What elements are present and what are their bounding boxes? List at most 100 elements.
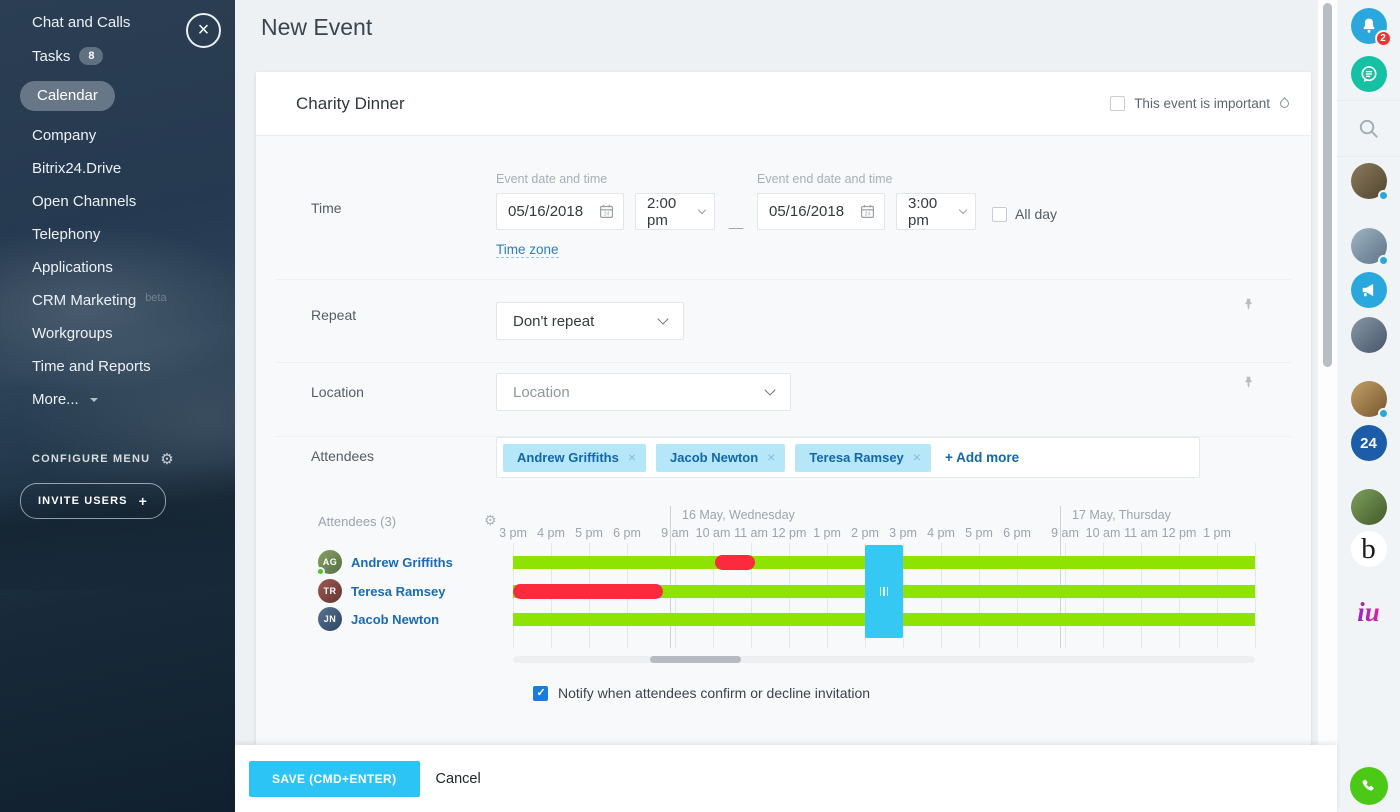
end-date-input[interactable]: 05/16/2018 24 xyxy=(757,193,885,230)
repeat-select[interactable]: Don't repeat xyxy=(496,302,684,340)
attendees-input[interactable]: Andrew Griffiths×Jacob Newton×Teresa Ram… xyxy=(496,437,1200,478)
event-time-selection[interactable] xyxy=(865,545,903,638)
remove-attendee-icon[interactable]: × xyxy=(913,450,921,464)
time-row-label: Time xyxy=(311,136,496,279)
announcements-button[interactable] xyxy=(1351,272,1387,308)
time-zone-link[interactable]: Time zone xyxy=(496,242,559,258)
hour-label: 5 pm xyxy=(575,526,603,540)
start-date-input[interactable]: 05/16/2018 24 xyxy=(496,193,624,230)
scheduler-chart xyxy=(513,543,1255,648)
sidebar-close-button[interactable]: × xyxy=(186,13,221,48)
online-status-dot xyxy=(316,567,325,576)
configure-menu-label: CONFIGURE MENU xyxy=(32,453,150,465)
sidebar-item-label: Applications xyxy=(32,259,113,276)
remove-attendee-icon[interactable]: × xyxy=(767,450,775,464)
end-time-input[interactable]: 3:00 pm xyxy=(896,193,976,230)
sidebar-menu: Chat and CallsTasks8CalendarCompanyBitri… xyxy=(0,0,235,416)
start-time-input[interactable]: 2:00 pm xyxy=(635,193,715,230)
save-button[interactable]: SAVE (CMD+ENTER) xyxy=(249,761,420,797)
day-separator-line xyxy=(1060,506,1061,648)
rail-divider xyxy=(1337,100,1400,101)
location-select[interactable]: Location xyxy=(496,373,791,411)
hour-label: 10 am xyxy=(696,526,731,540)
remove-attendee-icon[interactable]: × xyxy=(628,450,636,464)
phone-icon xyxy=(1359,777,1378,796)
pin-icon[interactable] xyxy=(1242,298,1255,316)
sidebar-item-company[interactable]: Company xyxy=(0,119,235,152)
sidebar-item-time-and-reports[interactable]: Time and Reports xyxy=(0,350,235,383)
main-content: New Event Charity Dinner This event is i… xyxy=(235,0,1318,812)
svg-text:24: 24 xyxy=(865,212,871,218)
notify-checkbox[interactable] xyxy=(533,686,548,701)
recent-chat-3-avatar[interactable] xyxy=(1351,317,1387,353)
add-more-button[interactable]: + Add more xyxy=(945,450,1019,465)
attendee-chip: Andrew Griffiths× xyxy=(503,444,646,472)
online-status-dot xyxy=(1378,190,1389,201)
cancel-button[interactable]: Cancel xyxy=(436,771,481,787)
attendee-name: Andrew Griffiths xyxy=(351,555,453,570)
event-name-input[interactable]: Charity Dinner xyxy=(296,94,405,114)
recent-chat-5-avatar[interactable] xyxy=(1351,489,1387,525)
date-range-separator: — xyxy=(729,219,743,235)
online-status-dot xyxy=(1378,408,1389,419)
all-day-toggle[interactable]: All day xyxy=(992,206,1057,222)
hour-label: 2 pm xyxy=(851,526,879,540)
hour-label: 10 am xyxy=(1086,526,1121,540)
phone-button[interactable] xyxy=(1350,767,1388,805)
selection-drag-handle[interactable] xyxy=(880,587,889,596)
sidebar-item-label: Company xyxy=(32,127,96,144)
magnifier-icon xyxy=(1356,116,1381,141)
sidebar-item-calendar[interactable]: Calendar xyxy=(0,73,235,119)
attendee-chip: Jacob Newton × xyxy=(656,444,785,472)
location-row: Location Location xyxy=(276,362,1291,436)
recent-chat-1-avatar[interactable] xyxy=(1351,163,1387,199)
bitrix24-logo-label: 24 xyxy=(1360,435,1377,452)
bitrix24-logo[interactable]: 24 xyxy=(1351,425,1387,461)
scheduler-hscrollbar[interactable] xyxy=(513,656,1255,663)
attendee-name: Teresa Ramsey xyxy=(351,584,445,599)
sidebar-item-telephony[interactable]: Telephony xyxy=(0,218,235,251)
location-row-label: Location xyxy=(311,363,496,436)
important-checkbox[interactable] xyxy=(1110,96,1125,111)
attendees-row: Attendees Andrew Griffiths× Jacob Newton ×… xyxy=(276,436,1291,478)
sidebar-item-bitrix24-drive[interactable]: Bitrix24.Drive xyxy=(0,152,235,185)
calendar-icon: 24 xyxy=(860,204,875,219)
hour-label: 6 pm xyxy=(613,526,641,540)
sidebar-item-applications[interactable]: Applications xyxy=(0,251,235,284)
busy-time-bar xyxy=(715,555,755,570)
sidebar-item-label: Time and Reports xyxy=(32,358,151,375)
sidebar-item-more[interactable]: More... xyxy=(0,383,235,416)
iu-logo[interactable]: iu xyxy=(1357,599,1380,626)
letter-b-logo[interactable]: b xyxy=(1351,531,1387,567)
sidebar-item-open-channels[interactable]: Open Channels xyxy=(0,185,235,218)
configure-menu-button[interactable]: CONFIGURE MENU ⚙ xyxy=(32,450,175,468)
bitrix24-app: × Chat and CallsTasks8CalendarCompanyBit… xyxy=(0,0,1400,812)
flame-icon xyxy=(1278,97,1291,110)
vertical-scrollbar[interactable] xyxy=(1318,0,1337,812)
chevron-down-icon xyxy=(959,205,967,213)
attendee-chip-name: Jacob Newton xyxy=(670,450,758,465)
messenger-button[interactable] xyxy=(1351,56,1387,92)
sidebar-item-label: Calendar xyxy=(20,81,115,111)
notifications-button[interactable]: 2 xyxy=(1351,8,1387,44)
all-day-checkbox[interactable] xyxy=(992,207,1007,222)
form-action-bar: SAVE (CMD+ENTER) Cancel xyxy=(235,745,1337,812)
sidebar-item-workgroups[interactable]: Workgroups xyxy=(0,317,235,350)
invite-users-button[interactable]: INVITE USERS + xyxy=(20,483,166,519)
avatar: TR xyxy=(318,579,342,603)
recent-chat-2-avatar[interactable] xyxy=(1351,228,1387,264)
vertical-scrollbar-thumb[interactable] xyxy=(1323,3,1332,367)
sidebar-item-label: Open Channels xyxy=(32,193,136,210)
gear-icon[interactable]: ⚙ xyxy=(484,512,497,529)
hour-label: 6 pm xyxy=(1003,526,1031,540)
repeat-row-label: Repeat xyxy=(311,280,496,362)
notify-label: Notify when attendees confirm or decline… xyxy=(558,685,870,701)
recent-chat-4-avatar[interactable] xyxy=(1351,381,1387,417)
sidebar-item-crm-marketing[interactable]: CRM Marketingbeta xyxy=(0,284,235,317)
search-button[interactable] xyxy=(1351,110,1387,146)
day-label: 16 May, Wednesday xyxy=(682,508,795,522)
letter-b-logo-label: b xyxy=(1361,533,1376,566)
attendees-row-label: Attendees xyxy=(311,437,496,478)
hscrollbar-thumb[interactable] xyxy=(650,656,741,663)
pin-icon[interactable] xyxy=(1242,376,1255,394)
